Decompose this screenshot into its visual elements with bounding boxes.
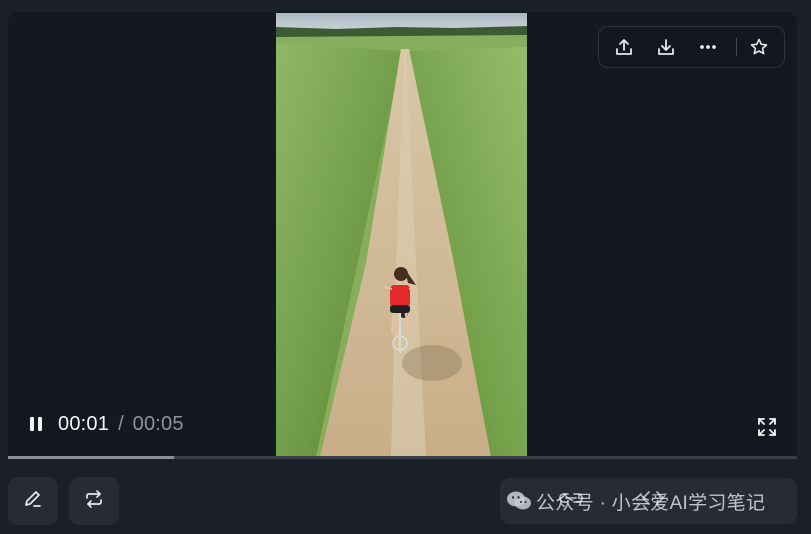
loop-button[interactable] [69, 477, 119, 525]
action-divider [735, 38, 737, 56]
top-action-bar [598, 26, 785, 68]
video-scene-image [276, 13, 527, 457]
current-time: 00:01 [58, 412, 110, 435]
more-icon[interactable] [694, 32, 723, 62]
time-separator: / [118, 412, 124, 435]
loop-icon [83, 488, 105, 515]
video-frame[interactable] [276, 13, 527, 457]
video-player[interactable]: 00:01 / 00:05 [8, 12, 797, 459]
pause-icon[interactable] [24, 412, 48, 436]
progress-bar[interactable] [8, 456, 797, 459]
fullscreen-icon[interactable] [755, 415, 779, 439]
star-icon[interactable] [745, 32, 774, 62]
share-icon[interactable] [609, 32, 638, 62]
edit-icon [22, 488, 44, 515]
watermark-text: 公众号 · 小会爱AI学习笔记 [536, 492, 766, 514]
total-time: 00:05 [132, 412, 184, 435]
download-icon[interactable] [651, 32, 680, 62]
edit-button[interactable] [8, 477, 58, 525]
wechat-icon [502, 486, 536, 516]
playback-controls: 00:01 / 00:05 [24, 412, 184, 436]
watermark-badge: 公众号 · 小会爱AI学习笔记 [500, 478, 797, 524]
progress-fill [8, 456, 174, 459]
